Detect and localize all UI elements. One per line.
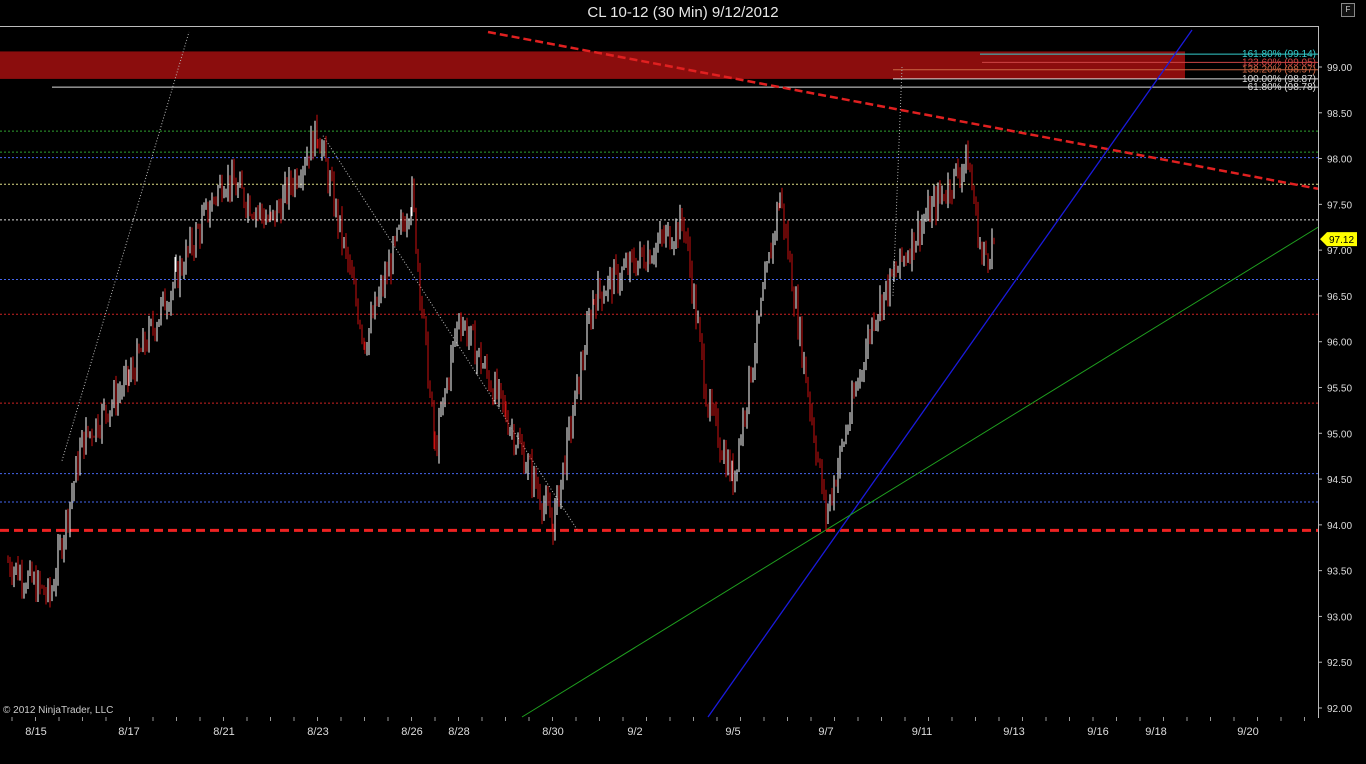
y-tick-label: 92.00 [1327, 704, 1352, 715]
y-tick-label: 98.50 [1327, 109, 1352, 120]
decline-trendline [322, 135, 578, 530]
last-price-label: 97.12 [1329, 235, 1354, 246]
y-axis: 92.00 92.50 93.00 93.50 94.00 94.50 95.00 95.50… [1318, 63, 1352, 715]
x-axis: 8/15 8/17 8/21 8/23 8/26 8/28 8/30 9/2 9/5 9/7 9/1… [11, 717, 1305, 738]
x-tick-label: 8/28 [448, 726, 469, 738]
x-tick-label: 9/20 [1237, 726, 1258, 738]
x-tick-label: 9/11 [912, 726, 933, 738]
trendlines-layer [61, 29, 1319, 718]
y-tick-label: 93.00 [1327, 612, 1352, 623]
y-tick-label: 95.50 [1327, 384, 1352, 395]
y-tick-label: 92.50 [1327, 658, 1352, 669]
fib-level-label: 61.80% (98.78) [1248, 82, 1316, 93]
y-tick-label: 94.50 [1327, 475, 1352, 486]
horizontal-levels-layer [0, 130, 1318, 532]
x-tick-label: 8/30 [542, 726, 563, 738]
last-price-tag-layer: 97.12 [1320, 232, 1357, 247]
rally-trendline [61, 31, 190, 461]
x-tick-label: 9/7 [818, 726, 833, 738]
y-tick-label: 96.00 [1327, 338, 1352, 349]
x-tick-label: 8/21 [213, 726, 234, 738]
support-trendline-blue [707, 29, 1193, 718]
y-tick-label: 94.00 [1327, 521, 1352, 532]
resistance-zone [0, 51, 1185, 79]
price-chart[interactable]: 161.80% (99.14)123.60% (99.05)138.20% (9… [0, 0, 1366, 764]
x-tick-label: 9/2 [627, 726, 642, 738]
y-tick-label: 93.50 [1327, 567, 1352, 578]
y-tick-label: 99.00 [1327, 63, 1352, 74]
x-tick-label: 8/17 [118, 726, 139, 738]
y-tick-label: 97.50 [1327, 200, 1352, 211]
x-tick-label: 9/5 [725, 726, 740, 738]
x-tick-label: 8/15 [25, 726, 46, 738]
y-tick-label: 96.50 [1327, 292, 1352, 303]
y-tick-label: 98.00 [1327, 155, 1352, 166]
support-trendline-green [521, 226, 1319, 718]
copyright-text: © 2012 NinjaTrader, LLC [3, 705, 114, 716]
x-tick-label: 8/23 [307, 726, 328, 738]
y-tick-label: 97.00 [1327, 246, 1352, 257]
x-tick-label: 9/18 [1145, 726, 1166, 738]
price-bars-layer [7, 114, 995, 608]
x-tick-label: 9/16 [1087, 726, 1108, 738]
x-tick-label: 9/13 [1003, 726, 1024, 738]
resistance-zone-layer [0, 51, 1185, 79]
y-tick-label: 95.00 [1327, 429, 1352, 440]
x-tick-label: 8/26 [401, 726, 422, 738]
